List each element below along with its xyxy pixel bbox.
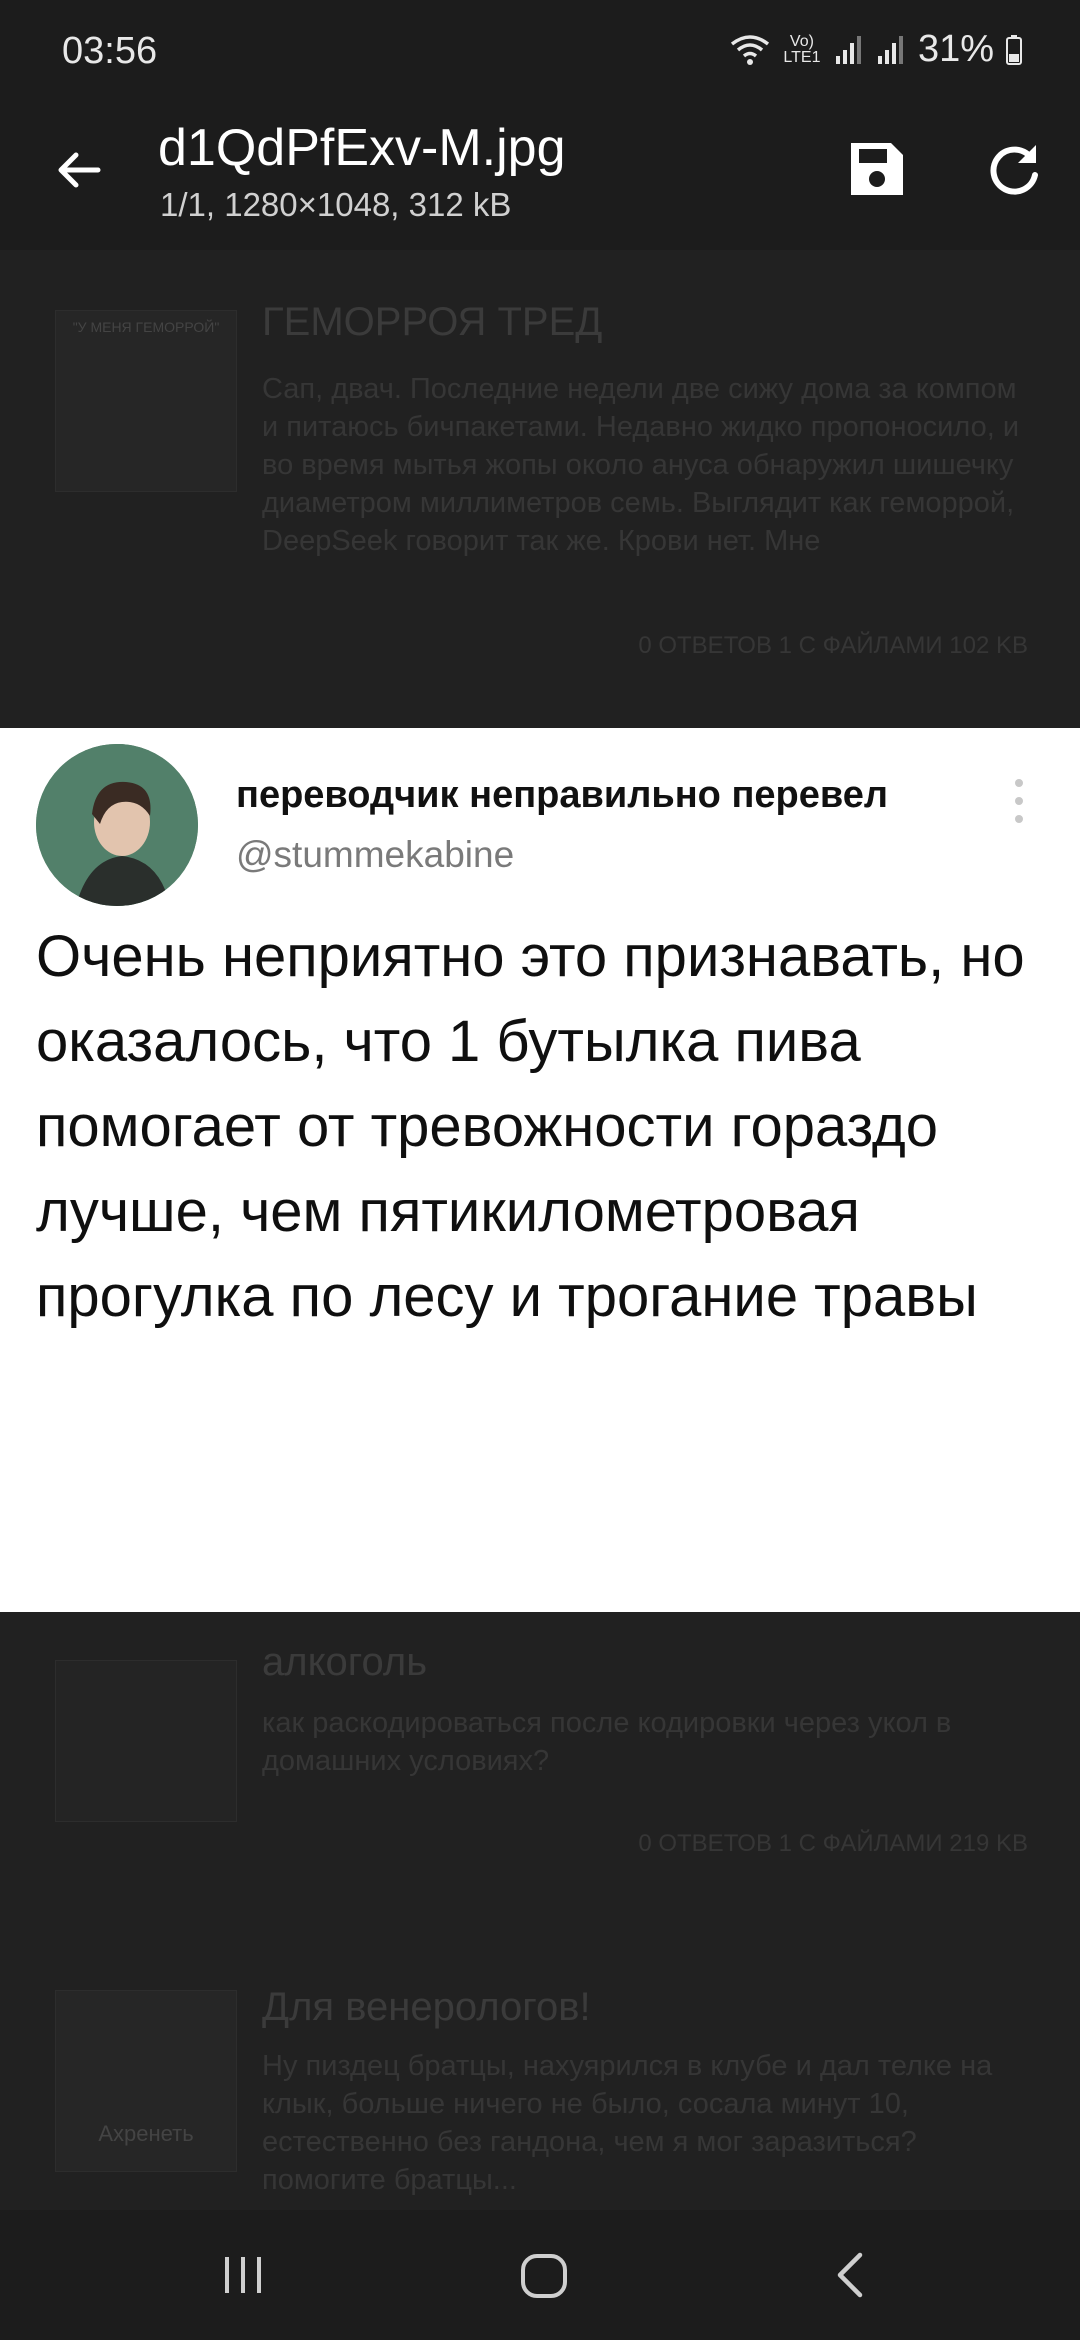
tweet-handle: @stummekabine: [236, 834, 515, 875]
status-time: 03:56: [62, 30, 158, 72]
status-bar: 03:56 Vo) LTE1 31%: [0, 0, 1080, 110]
board-post[interactable]: алкоголь как раскодироваться после кодир…: [0, 1640, 1080, 1900]
navigation-bar: [0, 2210, 1080, 2340]
post-title: алкоголь: [262, 1640, 428, 1684]
back-arrow-icon[interactable]: [50, 140, 110, 200]
battery-icon: [1006, 34, 1022, 65]
thumbnail-caption: "У МЕНЯ ГЕМОРРОЙ": [72, 319, 220, 335]
post-thumbnail[interactable]: [55, 1660, 237, 1822]
avatar: [36, 744, 198, 906]
post-text: Ну пиздец братцы, нахуярился в клубе и д…: [262, 2050, 993, 2196]
toolbar: d1QdPfExv-M.jpg 1/1, 1280×1048, 312 kB: [0, 110, 1080, 250]
recent-apps-icon[interactable]: [213, 2245, 273, 2305]
home-icon[interactable]: [514, 2245, 574, 2305]
board-post[interactable]: "У МЕНЯ ГЕМОРРОЙ" ГЕМОРРОЯ ТРЕД Сап, два…: [0, 300, 1080, 720]
board-post[interactable]: Ахренеть Для венерологов! Ну пиздец брат…: [0, 1985, 1080, 2210]
post-title: ГЕМОРРОЯ ТРЕД: [262, 300, 603, 344]
tweet-display-name: переводчик неправильно перевел: [236, 774, 889, 816]
more-options-icon: [1015, 779, 1023, 823]
post-text: как раскодироваться после кодировки чере…: [262, 1707, 952, 1777]
post-meta: 0 ОТВЕТОВ 1 С ФАЙЛАМИ 102 KB: [638, 632, 1028, 659]
refresh-icon[interactable]: [982, 137, 1046, 201]
signal-2-icon: [877, 35, 903, 64]
post-meta: 0 ОТВЕТОВ 1 С ФАЙЛАМИ 219 KB: [638, 1830, 1028, 1857]
signal-1-icon: [835, 35, 861, 64]
file-info-subtitle: 1/1, 1280×1048, 312 kB: [160, 186, 512, 223]
wifi-icon: [730, 34, 770, 65]
tweet-card: переводчик неправильно перевел @stummeka…: [0, 728, 1080, 1612]
save-icon[interactable]: [845, 137, 909, 201]
post-text: Сап, двач. Последние недели две сижу дом…: [262, 373, 1020, 557]
file-name-title: d1QdPfExv-M.jpg: [158, 119, 566, 177]
post-thumbnail[interactable]: "У МЕНЯ ГЕМОРРОЙ": [55, 310, 237, 492]
thumbnail-caption: Ахренеть: [98, 2121, 194, 2146]
volte-icon: Vo) LTE1: [783, 32, 821, 66]
post-title: Для венерологов!: [262, 1985, 591, 2029]
avatar-portrait-icon: [36, 744, 198, 906]
post-thumbnail[interactable]: Ахренеть: [55, 1990, 237, 2172]
status-icons: Vo) LTE1 31%: [730, 28, 1022, 71]
battery-percent: 31%: [917, 28, 994, 70]
tweet-text: Очень неприятно это признавать, но оказа…: [36, 924, 1025, 1329]
back-icon[interactable]: [820, 2245, 880, 2305]
